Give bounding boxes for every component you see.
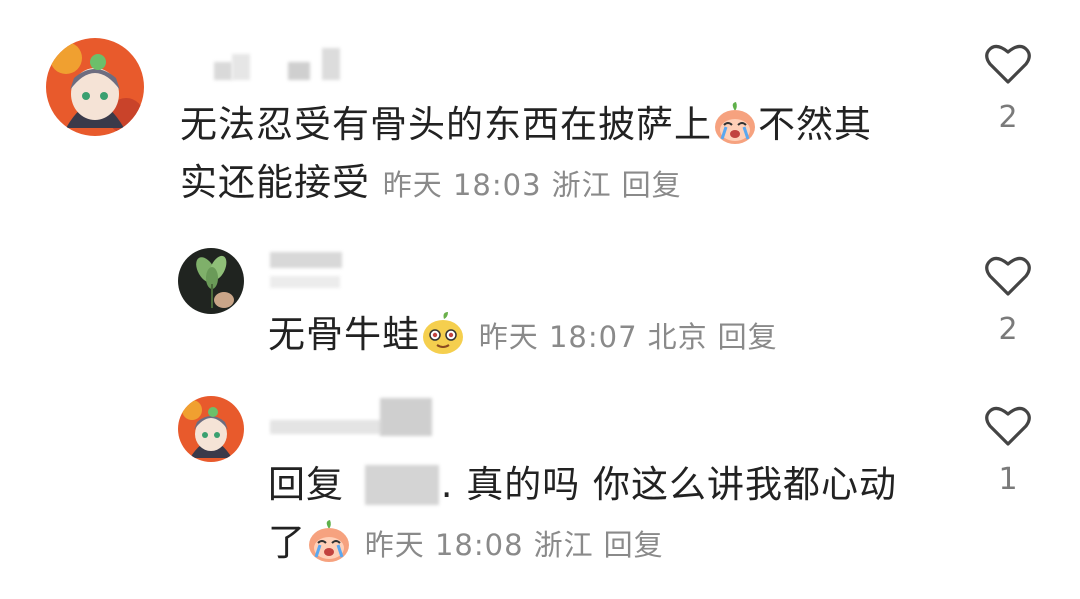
comment-meta: 昨天 18:03 浙江 回复 (383, 168, 692, 202)
heart-icon[interactable] (984, 404, 1032, 448)
comment-meta: 昨天 18:08 浙江 回复 (365, 528, 674, 562)
comment-text-line2: 了 (268, 521, 306, 564)
comment-text-body: 无骨牛蛙 (268, 313, 420, 356)
heart-icon[interactable] (984, 42, 1032, 86)
like-button[interactable]: 2 (978, 42, 1038, 135)
comment-time: 昨天 18:08 (364, 528, 524, 562)
mentioned-user-redacted[interactable] (364, 465, 439, 505)
comment-location: 浙江 (551, 168, 612, 202)
like-button[interactable]: 1 (978, 404, 1038, 497)
comment-meta: 昨天 18:07 北京 回复 (479, 320, 788, 354)
comment-text-after-emoji: 不然其 (758, 103, 872, 146)
comment-text-line1: . 真的吗 你这么讲我都心动 (440, 463, 898, 506)
reply-button[interactable]: 回复 (604, 528, 664, 562)
like-count: 2 (998, 100, 1018, 135)
reply-button[interactable]: 回复 (622, 168, 682, 202)
avatar[interactable] (178, 248, 244, 314)
like-count: 2 (998, 312, 1018, 347)
comment-text: 无法忍受有骨头的东西在披萨上 不然其 实还能接受 昨天 18:03 浙江 回复 (180, 96, 940, 214)
like-button[interactable]: 2 (978, 254, 1038, 347)
comment-time: 昨天 18:07 (478, 320, 638, 354)
comment-time: 昨天 18:03 (382, 168, 542, 202)
avatar[interactable] (46, 38, 144, 136)
reply-prefix: 回复 (268, 463, 344, 506)
comment-location: 北京 (647, 320, 708, 354)
heart-icon[interactable] (984, 254, 1032, 298)
comment-text-line1: 无法忍受有骨头的东西在披萨上 (180, 103, 712, 146)
like-count: 1 (998, 462, 1018, 497)
reply-button[interactable]: 回复 (718, 320, 778, 354)
comment-text: 回复 . 真的吗 你这么讲我都心动 了 昨天 18:08 浙江 回复 (268, 456, 968, 574)
comment-text-line2: 实还能接受 (180, 161, 370, 204)
pear-face-emoji (420, 311, 466, 355)
comment-text: 无骨牛蛙 昨天 18:07 北京 回复 (268, 306, 968, 366)
crying-peach-emoji (306, 519, 352, 563)
crying-peach-emoji (712, 101, 758, 145)
comment-location: 浙江 (533, 528, 594, 562)
avatar[interactable] (178, 396, 244, 462)
